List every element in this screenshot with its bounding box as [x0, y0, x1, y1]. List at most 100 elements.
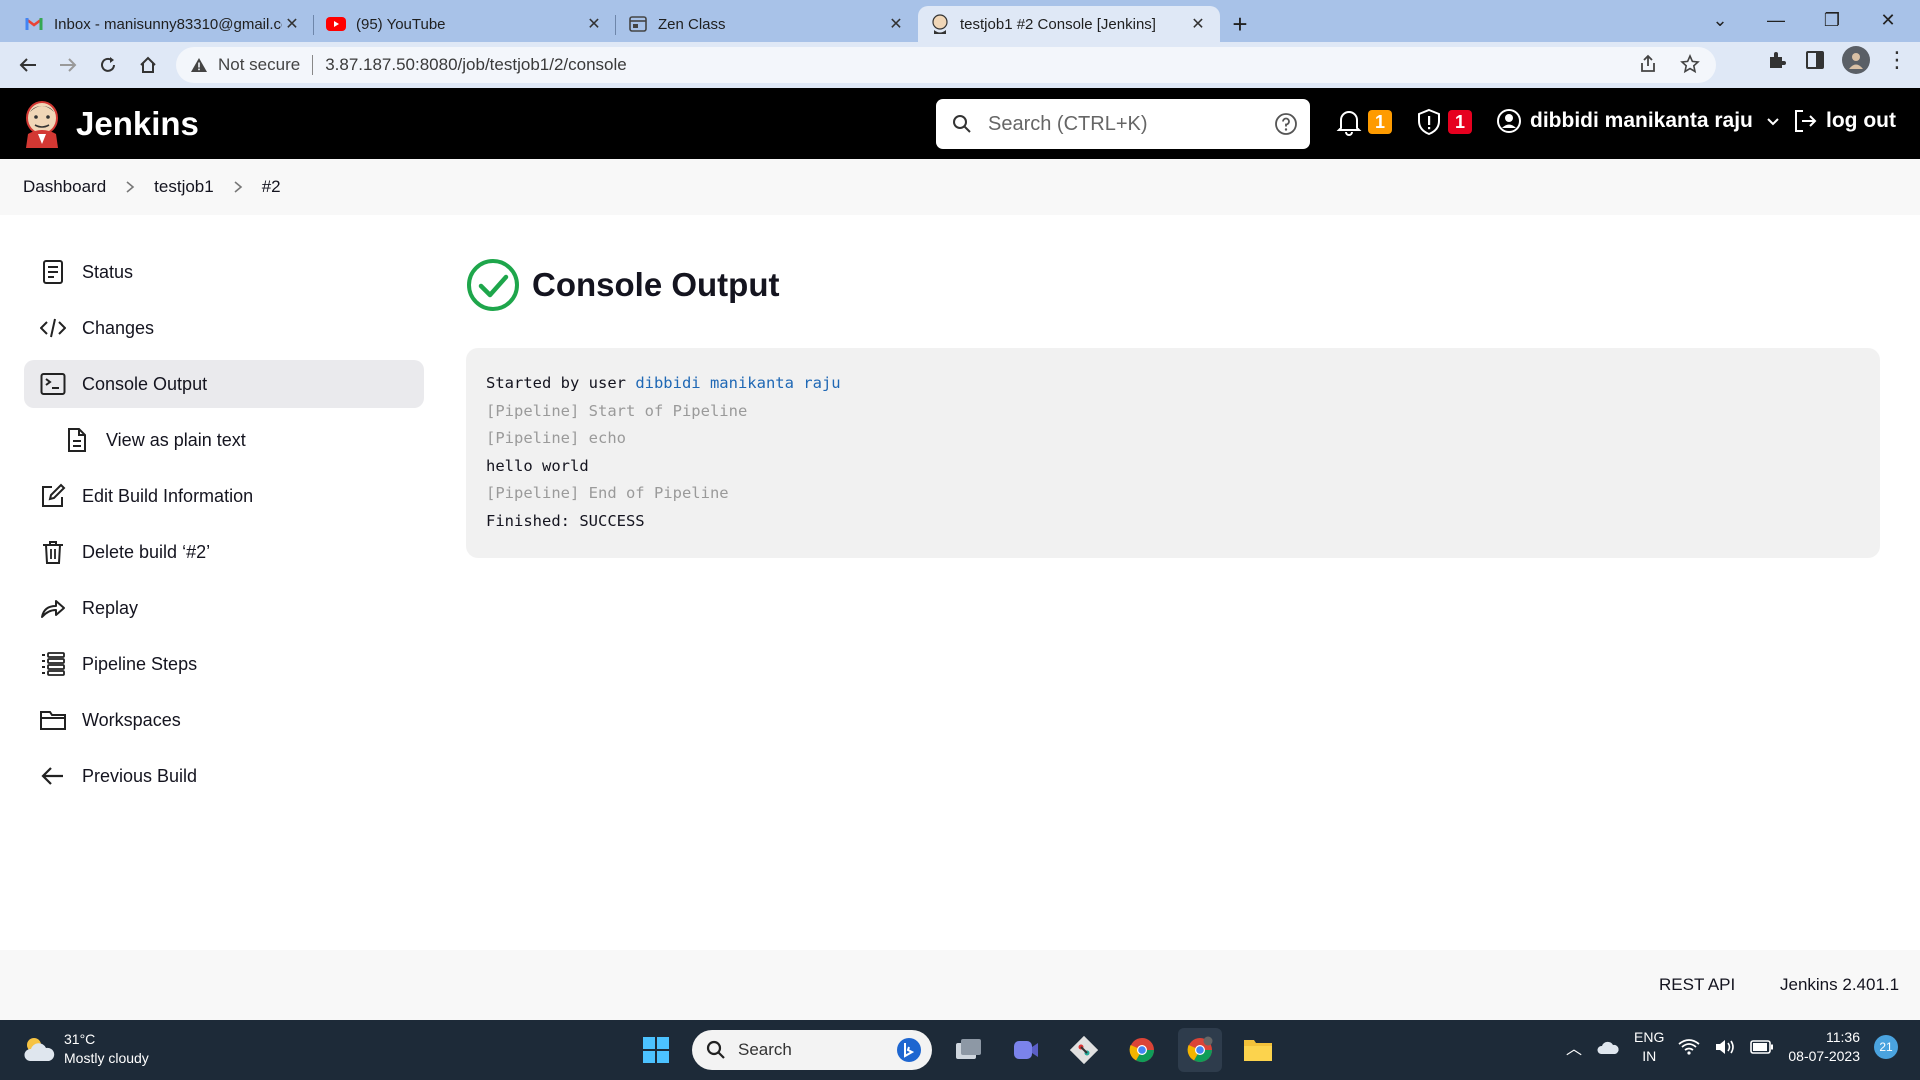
sidebar-item-changes[interactable]: Changes: [24, 304, 424, 352]
share-icon[interactable]: [1638, 54, 1658, 74]
jenkins-version-link[interactable]: Jenkins 2.401.1: [1780, 975, 1899, 995]
sidebar-item-label: Console Output: [82, 373, 208, 394]
profile-avatar[interactable]: [1842, 46, 1870, 74]
search-input[interactable]: [988, 112, 1268, 136]
tab-close-icon[interactable]: ✕: [1188, 14, 1208, 34]
warning-icon: [191, 58, 207, 72]
teams-icon[interactable]: [1004, 1028, 1048, 1072]
reload-button[interactable]: [88, 45, 128, 85]
sidebar-item-status[interactable]: Status: [24, 248, 424, 296]
main-panel: Console Output Started by user dibbidi m…: [466, 258, 1880, 558]
jenkins-logo-icon: [26, 101, 58, 148]
sidebar-item-view-plain-text[interactable]: View as plain text: [24, 416, 424, 464]
bell-icon: [1336, 111, 1362, 136]
user-menu[interactable]: dibbidi manikanta raju: [1496, 108, 1781, 134]
clock-time: 11:36: [1826, 1029, 1860, 1045]
tab-youtube[interactable]: (95) YouTube ✕: [314, 6, 616, 42]
notifications-button[interactable]: 1: [1336, 108, 1392, 136]
side-panel-icon[interactable]: [1804, 49, 1826, 71]
rest-api-link[interactable]: REST API: [1659, 975, 1735, 995]
arrow-left-icon: [40, 763, 66, 789]
chevron-up-icon[interactable]: ︿: [1566, 1035, 1582, 1059]
sidebar-item-edit-build-info[interactable]: Edit Build Information: [24, 472, 424, 520]
weather-widget[interactable]: 31°C Mostly cloudy: [22, 1030, 149, 1068]
taskbar-search[interactable]: Search: [692, 1030, 932, 1070]
sidebar-item-label: Changes: [82, 317, 155, 338]
restore-button[interactable]: ❐: [1804, 0, 1860, 40]
git-icon[interactable]: [1062, 1028, 1106, 1072]
console-line-pipeline-end: [Pipeline] End of Pipeline: [486, 484, 729, 503]
jenkins-icon: [930, 14, 950, 34]
gmail-icon: [24, 14, 44, 34]
tab-zen-class[interactable]: Zen Class ✕: [616, 6, 918, 42]
sidebar-item-workspaces[interactable]: Workspaces: [24, 696, 424, 744]
sidebar-item-delete-build[interactable]: Delete build ‘#2’: [24, 528, 424, 576]
console-started-prefix: Started by user: [486, 374, 636, 392]
chrome-icon[interactable]: [1120, 1028, 1164, 1072]
console-user-link[interactable]: dibbidi manikanta raju: [635, 374, 840, 392]
logout-text: log out: [1826, 109, 1896, 132]
region-code: IN: [1642, 1048, 1657, 1064]
battery-icon[interactable]: [1750, 1040, 1774, 1054]
start-button[interactable]: [634, 1028, 678, 1072]
code-icon: [40, 315, 66, 341]
onedrive-icon[interactable]: [1596, 1038, 1620, 1056]
chrome-profile-icon[interactable]: [1178, 1028, 1222, 1072]
notification-center-badge[interactable]: 21: [1874, 1035, 1898, 1059]
task-view-icon[interactable]: [946, 1028, 990, 1072]
sidebar-item-label: Pipeline Steps: [82, 653, 198, 674]
tab-jenkins-console[interactable]: testjob1 #2 Console [Jenkins] ✕: [918, 6, 1220, 42]
tab-gmail[interactable]: Inbox - manisunny83310@gmail.com ✕: [12, 6, 314, 42]
sidebar-item-label: View as plain text: [106, 429, 246, 450]
breadcrumb-build[interactable]: #2: [262, 177, 281, 197]
language-code: ENG: [1634, 1029, 1665, 1045]
tab-close-icon[interactable]: ✕: [886, 14, 906, 34]
jenkins-home-link[interactable]: Jenkins: [22, 100, 199, 148]
breadcrumb-job[interactable]: testjob1: [154, 177, 214, 197]
sidebar-item-pipeline-steps[interactable]: Pipeline Steps: [24, 640, 424, 688]
tab-close-icon[interactable]: ✕: [282, 14, 302, 34]
arrow-forward-icon: [60, 58, 77, 72]
file-explorer-icon[interactable]: [1236, 1028, 1280, 1072]
wifi-icon[interactable]: [1678, 1038, 1700, 1056]
logout-link[interactable]: log out: [1792, 108, 1896, 134]
tab-close-icon[interactable]: ✕: [584, 14, 604, 34]
language-indicator[interactable]: ENG IN: [1634, 1028, 1664, 1066]
console-line-pipeline-start: [Pipeline] Start of Pipeline: [486, 401, 748, 420]
url-text: 3.87.187.50:8080/job/testjob1/2/console: [325, 55, 627, 74]
security-alerts-button[interactable]: 1: [1416, 108, 1472, 136]
back-button[interactable]: [8, 45, 48, 85]
sidebar-item-console-output[interactable]: Console Output: [24, 360, 424, 408]
sidebar-item-label: Previous Build: [82, 765, 198, 786]
extensions-icon[interactable]: [1766, 49, 1788, 71]
sidebar-item-label: Replay: [82, 597, 139, 618]
sidebar-item-previous-build[interactable]: Previous Build: [24, 752, 424, 800]
close-window-button[interactable]: ✕: [1860, 0, 1916, 40]
user-icon: [1497, 109, 1521, 133]
bookmark-star-icon[interactable]: [1680, 54, 1700, 74]
menu-kebab-icon[interactable]: ⋮: [1886, 47, 1908, 73]
clock[interactable]: 11:36 08-07-2023: [1788, 1028, 1860, 1066]
notifications-badge: 1: [1368, 110, 1392, 134]
arrow-back-icon: [19, 58, 36, 72]
list-icon: [40, 651, 66, 677]
folder-icon: [40, 707, 66, 733]
file-icon: [64, 427, 90, 453]
volume-icon[interactable]: [1714, 1038, 1736, 1056]
jenkins-header: Jenkins 1 1 dibbidi manikanta raju log o…: [0, 88, 1920, 159]
minimize-button[interactable]: —: [1748, 0, 1804, 40]
new-tab-button[interactable]: +: [1220, 6, 1260, 42]
sidebar-item-label: Status: [82, 261, 134, 282]
search-box[interactable]: [936, 99, 1310, 149]
forward-button[interactable]: [48, 45, 88, 85]
help-icon[interactable]: [1274, 112, 1298, 136]
security-badge: 1: [1448, 110, 1472, 134]
home-button[interactable]: [128, 45, 168, 85]
sidebar-item-replay[interactable]: Replay: [24, 584, 424, 632]
tab-title: (95) YouTube: [356, 15, 446, 33]
address-bar[interactable]: Not secure 3.87.187.50:8080/job/testjob1…: [176, 47, 1716, 83]
user-name: dibbidi manikanta raju: [1530, 109, 1753, 132]
tab-search-chevron-icon[interactable]: ⌄: [1692, 0, 1748, 40]
console-line-hello: hello world: [486, 456, 589, 475]
breadcrumb-dashboard[interactable]: Dashboard: [23, 177, 106, 197]
